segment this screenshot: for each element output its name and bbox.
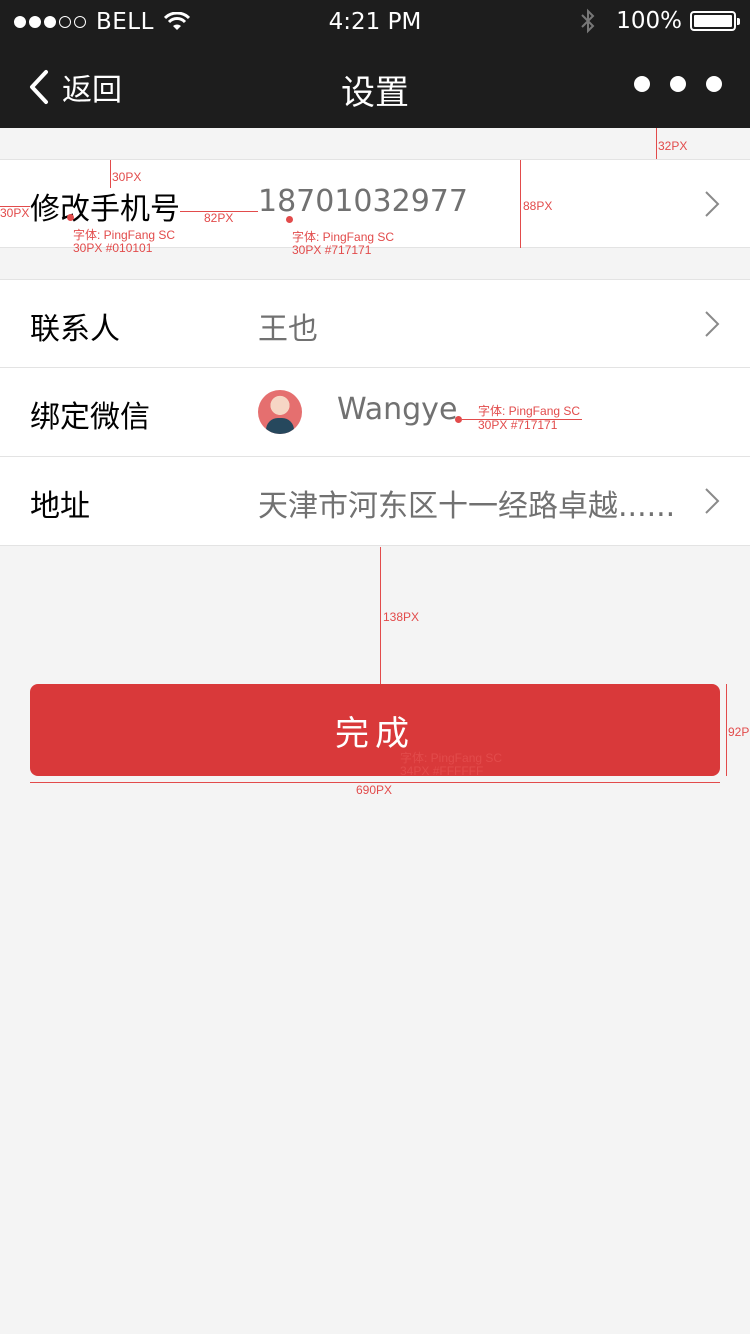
row-label: 联系人 [30,312,120,347]
font-annotation: 30PX #010101 [73,241,153,255]
spacing-line [656,128,657,159]
row-label: 地址 [30,489,90,524]
spacing-annotation: 32PX [658,139,688,153]
spacing-annotation: 30PX [0,206,30,220]
annotation-pin [286,216,293,223]
status-bar: BELL 4:21 PM 100% [0,0,750,45]
spacing-annotation: 30PX [112,170,142,184]
done-button[interactable]: 完成 [30,684,720,776]
font-annotation: 34PX #FFFFFF [400,764,484,778]
contact-value: 王也 [258,312,318,347]
battery-percent: 100% [616,8,682,34]
font-annotation: 字体: PingFang SC [478,404,581,418]
row-label: 绑定微信 [30,400,150,435]
spacing-annotation: 82PX [204,211,234,225]
row-address[interactable]: 地址 天津市河东区十一经路卓越...... [0,457,750,546]
navigation-bar: 返回 设置 [0,45,750,128]
spacing-line [726,684,727,776]
row-bind-wechat[interactable]: 绑定微信 Wangye [0,368,750,457]
annotation-pin [455,416,462,423]
spacing-line [380,547,381,684]
chevron-right-icon [705,488,720,514]
phone-number-value: 18701032977 [258,184,468,219]
more-dot-icon [634,76,650,92]
more-dot-icon [670,76,686,92]
spacing-line [520,160,521,248]
status-right: 100% [580,8,740,34]
more-menu-button[interactable] [634,76,722,92]
spacing-annotation: 92P [728,725,750,739]
spacing-line [110,160,111,188]
row-contact[interactable]: 联系人 王也 [0,279,750,368]
address-value: 天津市河东区十一经路卓越...... [258,489,676,524]
wechat-avatar [258,390,302,434]
more-dot-icon [706,76,722,92]
annotation-pin [67,214,74,221]
chevron-right-icon [705,311,720,337]
bluetooth-icon [581,8,595,34]
spacing-annotation: 690PX [356,783,393,797]
chevron-right-icon [705,191,720,217]
font-annotation: 30PX #717171 [478,418,558,432]
done-button-label: 完成 [335,713,415,754]
spacing-annotation: 138PX [383,610,420,624]
row-label: 修改手机号 [30,192,180,227]
spacing-annotation: 88PX [523,199,553,213]
wechat-name-value: Wangye [337,392,458,427]
battery-icon [690,11,740,31]
font-annotation: 30PX #717171 [292,243,372,257]
